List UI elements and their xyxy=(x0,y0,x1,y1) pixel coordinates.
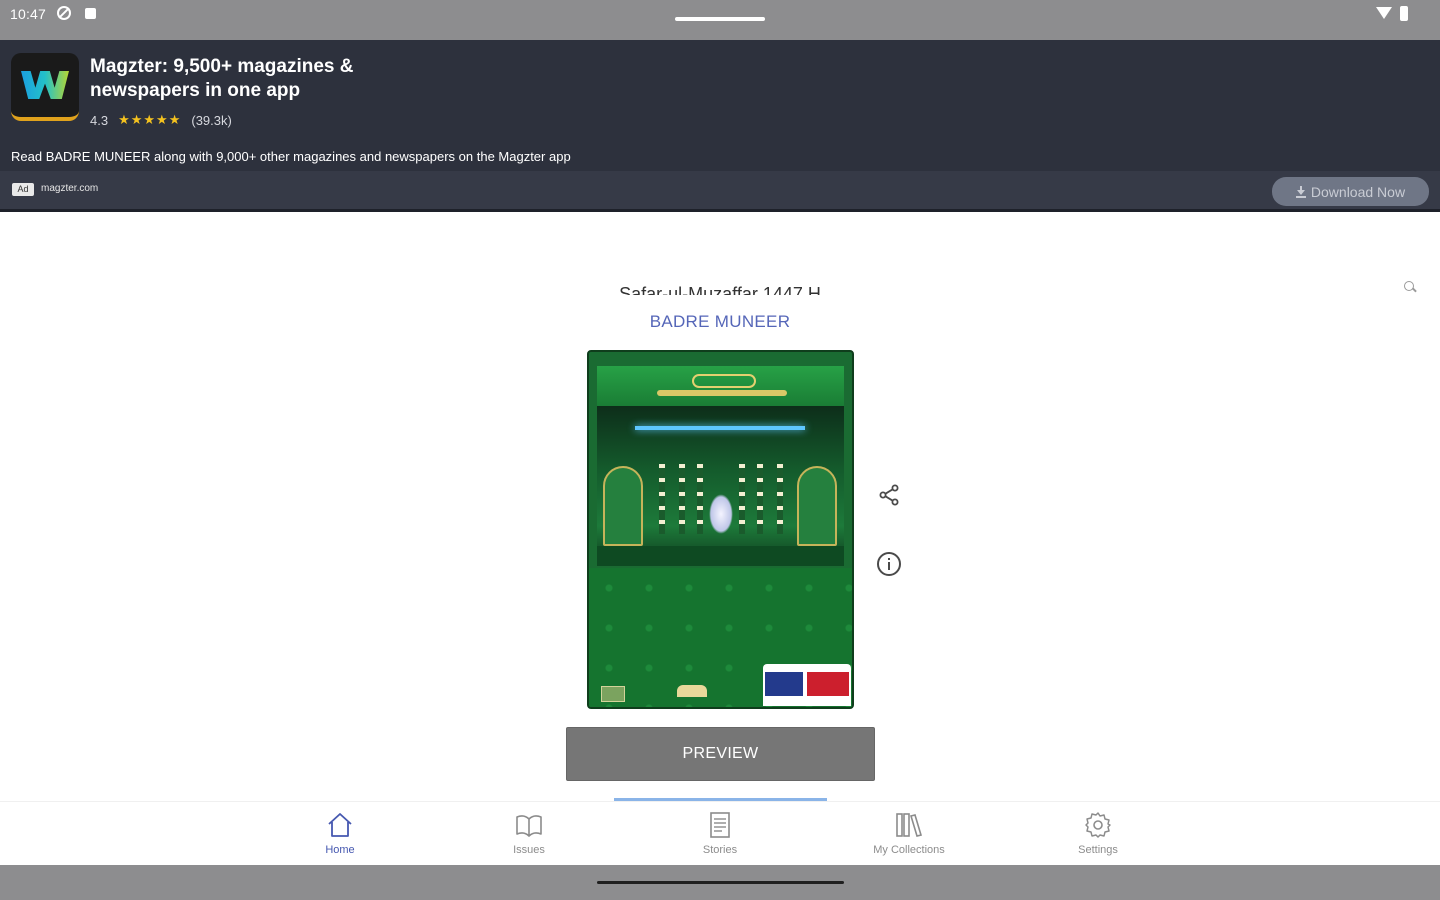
status-time: 10:47 xyxy=(10,6,47,22)
cover-emblem-art xyxy=(601,686,625,702)
info-icon[interactable] xyxy=(877,552,901,576)
bottom-navigation: Home Issues Stories My Collections Setti… xyxy=(0,801,1440,865)
ad-rating-value: 4.3 xyxy=(90,112,109,128)
issue-date: Safar-ul-Muzaffar 1447 H xyxy=(619,284,821,295)
gear-icon xyxy=(1085,812,1111,838)
cover-shrine-art xyxy=(597,406,844,566)
nav-label-issues: Issues xyxy=(513,844,545,856)
share-icon[interactable] xyxy=(877,483,901,507)
nav-item-issues[interactable]: Issues xyxy=(469,810,589,860)
cover-masthead-logo xyxy=(763,664,851,706)
magazine-name-link[interactable]: BADRE MUNEER xyxy=(520,312,920,332)
download-now-label: Download Now xyxy=(1310,183,1406,200)
top-handle[interactable] xyxy=(675,17,765,21)
download-icon xyxy=(1295,185,1306,198)
home-gesture-handle[interactable] xyxy=(597,881,844,884)
nav-item-my-collections[interactable]: My Collections xyxy=(849,810,969,860)
home-icon xyxy=(328,813,352,837)
nav-label-settings: Settings xyxy=(1078,844,1118,856)
ad-app-title[interactable]: Magzter: 9,500+ magazines & newspapers i… xyxy=(90,55,390,103)
do-not-disturb-icon xyxy=(57,6,71,20)
nav-item-home[interactable]: Home xyxy=(280,810,400,860)
nav-item-settings[interactable]: Settings xyxy=(1038,810,1158,860)
ad-badge: Ad xyxy=(12,183,34,196)
battery-icon xyxy=(1400,6,1408,21)
notification-icon xyxy=(85,8,96,19)
ad-banner[interactable]: Magzter: 9,500+ magazines & newspapers i… xyxy=(0,40,1440,212)
collections-icon xyxy=(896,813,923,837)
ad-footer-strip: Ad magzter.com Download Now xyxy=(0,171,1440,209)
download-now-button[interactable]: Download Now xyxy=(1272,177,1429,206)
wifi-icon xyxy=(1376,7,1392,19)
nav-label-home: Home xyxy=(325,844,355,856)
ad-domain: magzter.com xyxy=(41,183,99,194)
document-icon xyxy=(710,812,730,838)
status-bar: 10:47 xyxy=(0,0,1440,40)
ad-description: Read BADRE MUNEER along with 9,000+ othe… xyxy=(11,149,571,164)
ad-review-count: (39.3k) xyxy=(191,112,232,128)
search-icon[interactable] xyxy=(1404,281,1414,291)
cover-header-art xyxy=(597,366,844,406)
system-navigation-bar xyxy=(0,865,1440,900)
nav-item-stories[interactable]: Stories xyxy=(660,810,780,860)
nav-label-stories: Stories xyxy=(702,844,738,856)
ad-rating: 4.3 ★★★★★ (39.3k) xyxy=(90,112,232,128)
nav-label-my-collections: My Collections xyxy=(873,844,945,856)
magzter-logo-icon[interactable] xyxy=(11,53,79,121)
preview-button[interactable]: PREVIEW xyxy=(566,727,875,781)
book-icon xyxy=(516,815,542,837)
cover-seal-art xyxy=(677,685,707,697)
magazine-cover[interactable] xyxy=(587,350,854,709)
star-rating-icon: ★★★★★ xyxy=(118,112,182,127)
